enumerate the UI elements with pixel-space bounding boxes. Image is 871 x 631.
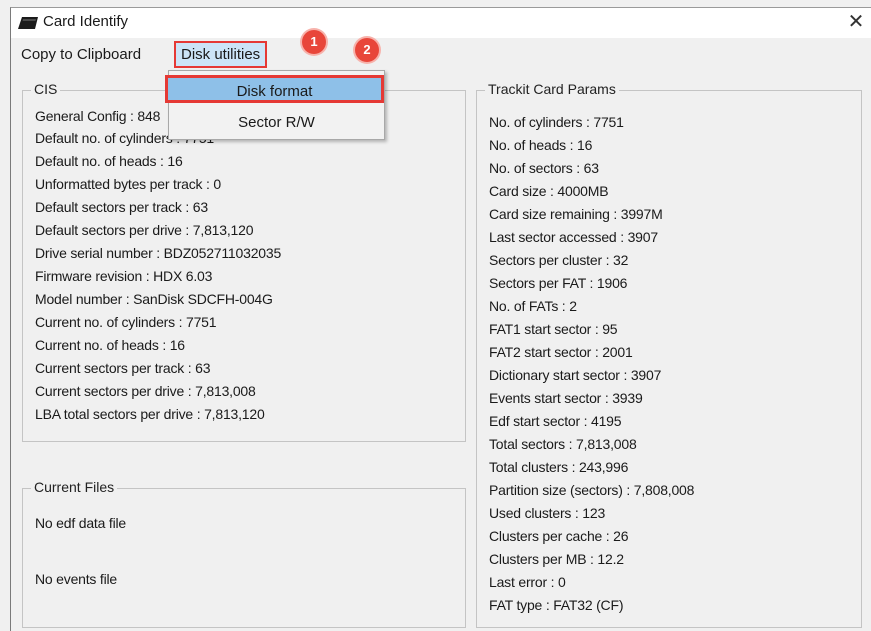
cis-line: Model number : SanDisk SDCFH-004G xyxy=(35,291,273,307)
edf-file-status: No edf data file xyxy=(35,515,126,531)
cis-group-label: CIS xyxy=(31,81,61,97)
cis-line: Drive serial number : BDZ052711032035 xyxy=(35,245,282,261)
trackit-line: Sectors per FAT : 1906 xyxy=(489,275,628,291)
trackit-line: Last error : 0 xyxy=(489,574,566,590)
cis-line: Default sectors per drive : 7,813,120 xyxy=(35,222,254,238)
trackit-line: FAT1 start sector : 95 xyxy=(489,321,618,337)
cis-line: Default sectors per track : 63 xyxy=(35,199,208,215)
cis-group: CIS General Config : 848 Default no. of … xyxy=(22,81,466,442)
trackit-line: No. of sectors : 63 xyxy=(489,160,599,176)
trackit-line: Events start sector : 3939 xyxy=(489,390,643,406)
menu-item-disk-format[interactable]: Disk format xyxy=(165,75,384,103)
trackit-line: Card size remaining : 3997M xyxy=(489,206,663,222)
cis-line: Current no. of heads : 16 xyxy=(35,337,185,353)
card-icon xyxy=(18,17,38,29)
trackit-line: No. of FATs : 2 xyxy=(489,298,577,314)
trackit-line: No. of heads : 16 xyxy=(489,137,593,153)
trackit-line: Edf start sector : 4195 xyxy=(489,413,622,429)
trackit-line: Card size : 4000MB xyxy=(489,183,609,199)
trackit-line: Total sectors : 7,813,008 xyxy=(489,436,637,452)
trackit-line: No. of cylinders : 7751 xyxy=(489,114,624,130)
close-button[interactable]: ✕ xyxy=(842,11,870,35)
window-title: Card Identify xyxy=(43,13,129,30)
current-files-group: Current Files No edf data file No events… xyxy=(22,479,466,628)
trackit-line: Used clusters : 123 xyxy=(489,505,606,521)
cis-line: Current sectors per track : 63 xyxy=(35,360,211,376)
menu-item-sector-rw[interactable]: Sector R/W xyxy=(169,111,384,135)
events-file-status: No events file xyxy=(35,571,118,587)
trackit-line: FAT2 start sector : 2001 xyxy=(489,344,633,360)
trackit-line: Clusters per MB : 12.2 xyxy=(489,551,624,567)
cis-line: Unformatted bytes per track : 0 xyxy=(35,176,221,192)
menu-copy-to-clipboard[interactable]: Copy to Clipboard xyxy=(17,44,145,65)
trackit-line: Dictionary start sector : 3907 xyxy=(489,367,662,383)
trackit-line: FAT type : FAT32 (CF) xyxy=(489,597,624,613)
trackit-line: Partition size (sectors) : 7,808,008 xyxy=(489,482,695,498)
trackit-card-params-group: Trackit Card Params No. of cylinders : 7… xyxy=(476,81,862,628)
cis-line: LBA total sectors per drive : 7,813,120 xyxy=(35,406,265,422)
close-icon: ✕ xyxy=(847,11,865,33)
step-2-marker: 2 xyxy=(355,38,379,62)
menu-disk-utilities[interactable]: Disk utilities xyxy=(174,41,268,68)
cis-line: Current sectors per drive : 7,813,008 xyxy=(35,383,256,399)
trackit-line: Total clusters : 243,996 xyxy=(489,459,629,475)
cis-line: Firmware revision : HDX 6.03 xyxy=(35,268,213,284)
trackit-line: Sectors per cluster : 32 xyxy=(489,252,629,268)
card-identify-window: Card Identify ✕ Copy to Clipboard Disk u… xyxy=(10,7,871,631)
cis-line: General Config : 848 xyxy=(35,108,161,124)
step-1-marker: 1 xyxy=(302,30,326,54)
menu-bar: Copy to Clipboard Disk utilities xyxy=(11,41,871,68)
disk-utilities-dropdown: Disk format Sector R/W xyxy=(165,70,385,140)
current-files-label: Current Files xyxy=(31,479,118,495)
title-bar[interactable]: Card Identify ✕ xyxy=(11,8,871,38)
cis-line: Default no. of heads : 16 xyxy=(35,153,183,169)
trackit-group-label: Trackit Card Params xyxy=(485,81,619,97)
cis-line: Current no. of cylinders : 7751 xyxy=(35,314,217,330)
trackit-line: Last sector accessed : 3907 xyxy=(489,229,658,245)
trackit-line: Clusters per cache : 26 xyxy=(489,528,629,544)
